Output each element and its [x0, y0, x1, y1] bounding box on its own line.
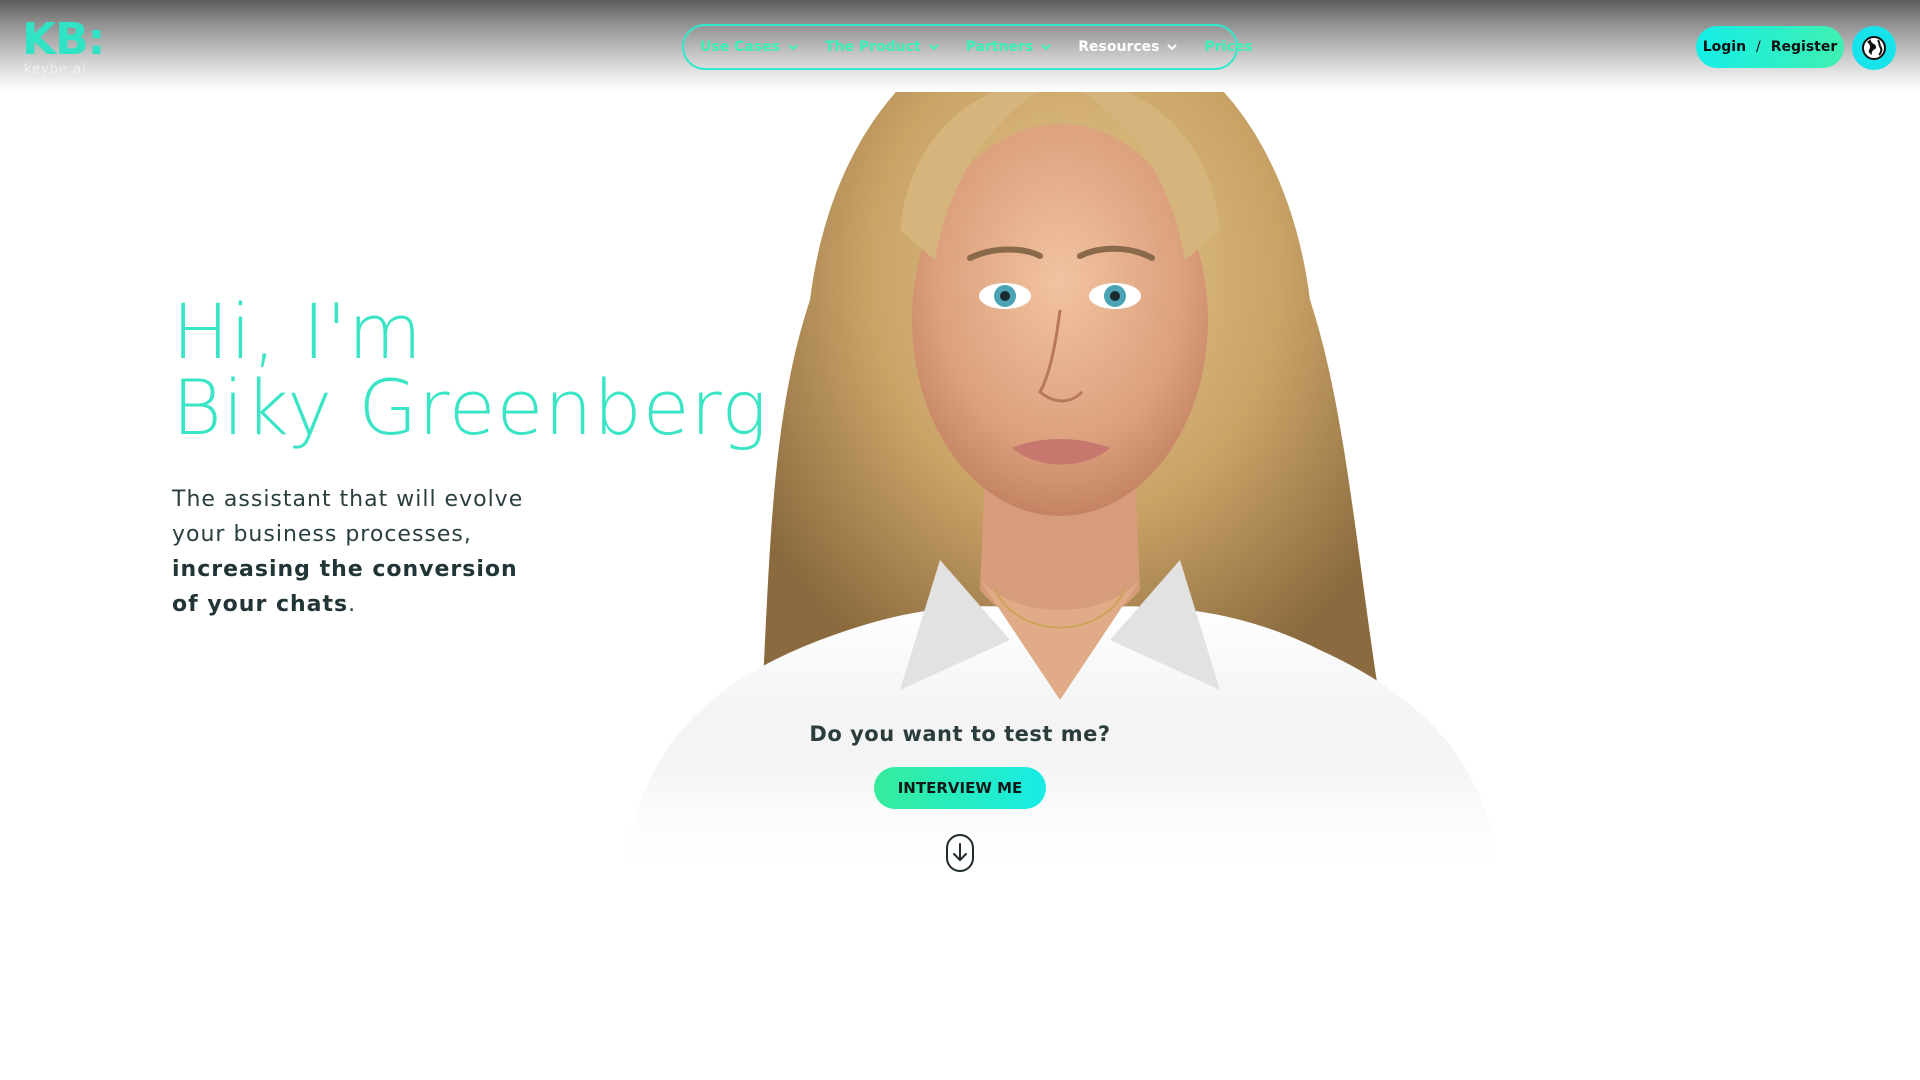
hero-title-line-1: Hi, I'm	[172, 287, 423, 376]
nav-item-label: Partners	[965, 39, 1034, 55]
nav-item-label: The Product	[824, 39, 921, 55]
hero-title-line-2: Biky Greenberg	[172, 363, 768, 452]
register-link[interactable]: Register	[1771, 39, 1838, 55]
hero-desc-line-1: The assistant that will evolve	[172, 487, 524, 512]
landing-page: KB: keybe.ai Use Cases The Product Partn…	[0, 0, 1920, 1080]
login-link[interactable]: Login	[1703, 39, 1746, 55]
chevron-down-icon	[787, 41, 799, 53]
scroll-down-icon[interactable]	[945, 833, 975, 877]
logo-mark: KB:	[22, 14, 105, 65]
interview-me-label: INTERVIEW ME	[897, 779, 1023, 797]
chevron-down-icon	[1040, 41, 1052, 53]
chevron-down-icon	[928, 41, 940, 53]
hero-desc-bold-1: increasing the conversion	[172, 557, 518, 582]
nav-item-label: Use Cases	[700, 39, 780, 55]
language-button[interactable]	[1852, 26, 1896, 70]
nav-item-resources[interactable]: Resources	[1078, 39, 1178, 55]
logo[interactable]: KB: keybe.ai	[22, 14, 105, 77]
nav-item-prices[interactable]: Prices	[1204, 39, 1252, 55]
cta-question: Do you want to test me?	[809, 722, 1111, 746]
hero-title: Hi, I'm Biky Greenberg	[172, 294, 768, 446]
nav-item-the-product[interactable]: The Product	[825, 39, 940, 55]
hero-desc-bold-2: of your chats	[172, 592, 349, 617]
nav-item-label: Resources	[1078, 39, 1160, 55]
nav-item-partners[interactable]: Partners	[966, 39, 1053, 55]
auth-button-group: Login / Register	[1696, 26, 1844, 68]
interview-me-button[interactable]: INTERVIEW ME	[874, 767, 1046, 809]
chevron-down-icon	[1166, 41, 1178, 53]
auth-separator: /	[1756, 39, 1761, 55]
nav-item-label: Prices	[1204, 39, 1253, 55]
logo-subtitle: keybe.ai	[24, 62, 87, 77]
hero-desc-line-2: your business processes,	[172, 522, 472, 547]
main-nav: Use Cases The Product Partners Resources…	[682, 24, 1253, 70]
nav-item-use-cases[interactable]: Use Cases	[700, 39, 799, 55]
hero-desc-end: .	[348, 592, 357, 617]
globe-icon	[1862, 36, 1886, 60]
hero-description: The assistant that will evolve your busi…	[172, 482, 552, 622]
